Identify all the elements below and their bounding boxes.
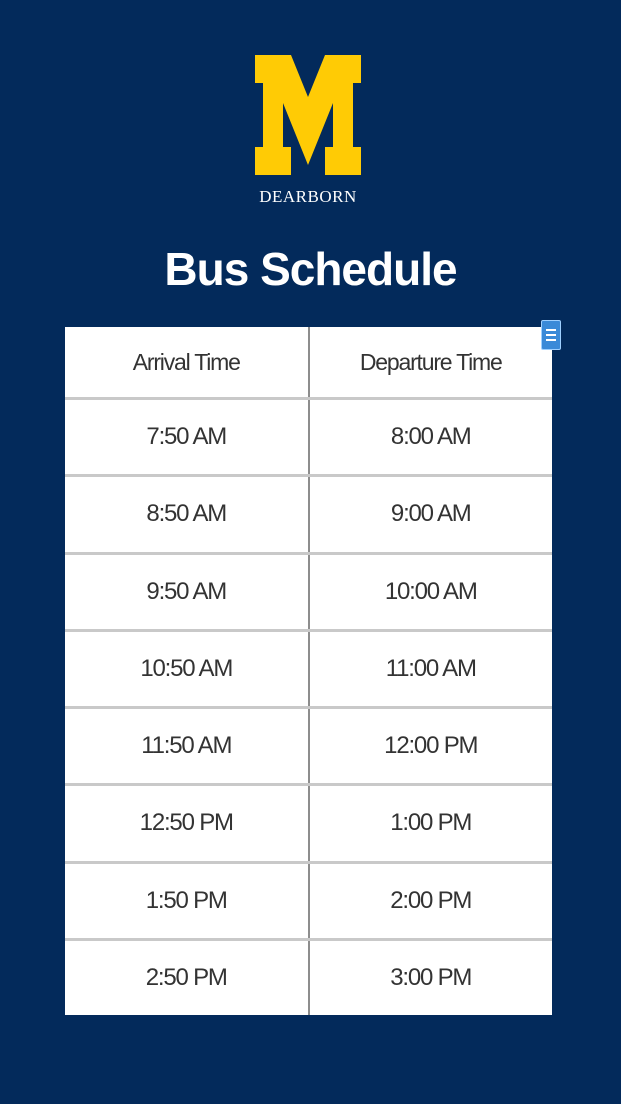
page-title: Bus Schedule — [164, 243, 457, 295]
schedule-table-container: Arrival Time Departure Time 7:50 AM 8:00… — [65, 327, 552, 1015]
table-row: 9:50 AM 10:00 AM — [65, 553, 552, 632]
arrival-time-cell: 12:50 PM — [65, 784, 310, 864]
arrival-time-cell: 9:50 AM — [65, 553, 310, 632]
table-row: 11:50 AM 12:00 PM — [65, 707, 552, 787]
departure-time-cell: 9:00 AM — [308, 475, 552, 555]
departure-time-cell: 8:00 AM — [308, 398, 552, 478]
departure-time-cell: 10:00 AM — [308, 553, 552, 632]
departure-time-cell: 1:00 PM — [308, 784, 552, 864]
arrival-time-cell: 8:50 AM — [65, 475, 310, 555]
arrival-time-cell: 2:50 PM — [65, 939, 310, 1015]
um-dearborn-logo: DEARBORN — [253, 55, 363, 210]
table-row: 10:50 AM 11:00 AM — [65, 630, 552, 710]
departure-time-cell: 2:00 PM — [308, 862, 552, 941]
schedule-table: Arrival Time Departure Time 7:50 AM 8:00… — [65, 327, 552, 1015]
arrival-time-cell: 11:50 AM — [65, 707, 310, 787]
arrival-time-cell: 1:50 PM — [65, 862, 310, 941]
table-header-row: Arrival Time Departure Time — [65, 327, 552, 400]
arrival-time-cell: 7:50 AM — [65, 398, 310, 478]
departure-time-cell: 3:00 PM — [390, 963, 472, 991]
table-menu-icon[interactable] — [541, 320, 561, 350]
arrival-time-cell: 10:50 AM — [65, 630, 310, 710]
table-row: 1:50 PM 2:00 PM — [65, 862, 552, 941]
departure-time-cell: 12:00 PM — [308, 707, 552, 787]
table-row: 7:50 AM 8:00 AM — [65, 398, 552, 478]
logo-dearborn-text: DEARBORN — [259, 187, 357, 206]
departure-time-cell: 11:00 AM — [308, 630, 552, 710]
departure-time-header: Departure Time — [308, 327, 552, 400]
block-m-icon — [255, 55, 361, 175]
table-row: 2:50 PM 3:00 PM — [65, 939, 552, 1015]
arrival-time-header: Arrival Time — [65, 327, 310, 400]
bus-schedule-page: DEARBORN Bus Schedule Arrival Time Depar… — [0, 0, 621, 1104]
table-row: 12:50 PM 1:00 PM — [65, 784, 552, 864]
table-row: 8:50 AM 9:00 AM — [65, 475, 552, 555]
